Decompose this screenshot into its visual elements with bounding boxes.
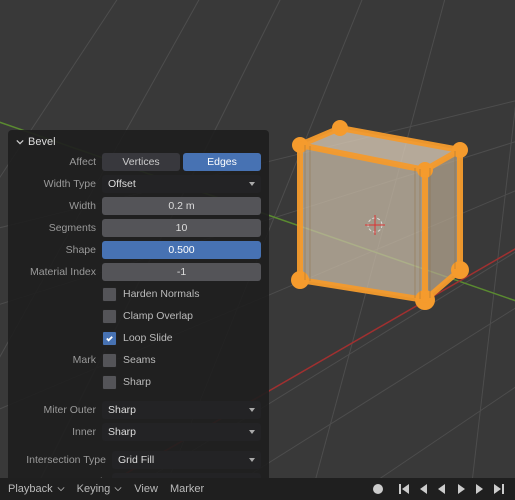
chevron-down-icon (57, 485, 65, 493)
affect-vertices-button[interactable]: Vertices (102, 153, 180, 171)
operator-panel-bevel[interactable]: Bevel Affect Vertices Edges Width Type O… (8, 130, 269, 500)
prev-keyframe-icon[interactable] (415, 481, 431, 497)
width-type-select[interactable]: Offset (102, 175, 261, 193)
beveled-cube[interactable] (291, 120, 469, 310)
material-field[interactable]: -1 (102, 263, 261, 281)
label-width: Width (16, 200, 96, 212)
check-icon (105, 334, 114, 343)
chevron-down-icon (16, 138, 24, 146)
miter-outer-select[interactable]: Sharp (102, 401, 261, 419)
playback-menu[interactable]: Playback (8, 483, 65, 495)
label-material: Material Index (16, 266, 96, 278)
chevron-down-icon (114, 485, 122, 493)
play-reverse-icon[interactable] (434, 481, 450, 497)
keying-menu[interactable]: Keying (77, 483, 123, 495)
label-mark: Mark (16, 354, 96, 366)
mark-seams-checkbox[interactable]: Seams (102, 351, 261, 369)
shape-field[interactable]: 0.500 (102, 241, 261, 259)
clamp-overlap-checkbox[interactable]: Clamp Overlap (102, 307, 261, 325)
marker-menu[interactable]: Marker (170, 483, 204, 495)
intersection-select[interactable]: Grid Fill (112, 451, 261, 469)
affect-edges-button[interactable]: Edges (183, 153, 261, 171)
label-miter-inner: Inner (16, 426, 96, 438)
panel-title: Bevel (28, 136, 56, 148)
label-shape: Shape (16, 244, 96, 256)
panel-header[interactable]: Bevel (16, 136, 261, 148)
next-keyframe-icon[interactable] (472, 481, 488, 497)
segments-field[interactable]: 10 (102, 219, 261, 237)
label-segments: Segments (16, 222, 96, 234)
autokey-toggle[interactable] (373, 484, 383, 494)
label-intersection: Intersection Type (16, 454, 106, 466)
view-menu[interactable]: View (134, 483, 158, 495)
label-miter-outer: Miter Outer (16, 404, 96, 416)
play-icon[interactable] (453, 481, 469, 497)
miter-inner-select[interactable]: Sharp (102, 423, 261, 441)
harden-normals-checkbox[interactable]: Harden Normals (102, 285, 261, 303)
loop-slide-checkbox[interactable]: Loop Slide (102, 329, 261, 347)
label-width-type: Width Type (16, 178, 96, 190)
transport-controls (373, 478, 507, 500)
jump-start-icon[interactable] (396, 481, 412, 497)
width-field[interactable]: 0.2 m (102, 197, 261, 215)
mark-sharp-checkbox[interactable]: Sharp (102, 373, 261, 391)
jump-end-icon[interactable] (491, 481, 507, 497)
label-affect: Affect (16, 156, 96, 168)
